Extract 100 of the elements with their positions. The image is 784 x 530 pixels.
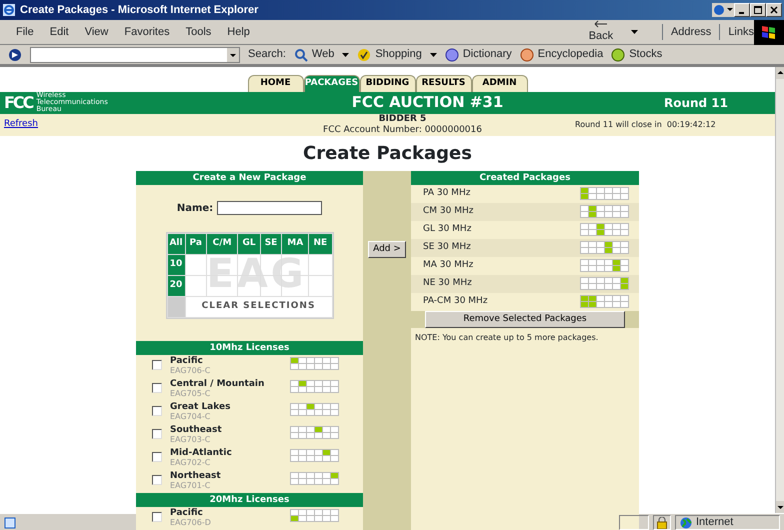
auction-title: FCC AUCTION #31	[350, 92, 504, 114]
dropdown-icon[interactable]	[342, 52, 350, 56]
region-map	[290, 448, 339, 462]
search-option[interactable]: Encyclopedia	[520, 46, 604, 63]
checkbox[interactable]	[152, 382, 162, 392]
section-header: Create a New Package	[136, 170, 363, 184]
bidder-name: BIDDER 5	[378, 114, 428, 124]
menu-item[interactable]: Help	[227, 24, 250, 40]
menu-item[interactable]: Favorites	[124, 24, 170, 40]
license-code: EAG704-C	[170, 412, 212, 422]
row-selector[interactable]: 20	[167, 275, 186, 296]
checkbox[interactable]	[152, 474, 162, 484]
column-selector[interactable]: C/M	[206, 233, 238, 254]
search-option[interactable]: Shopping	[357, 46, 422, 63]
address-toolbar-button[interactable]: Address	[662, 24, 712, 40]
name-input[interactable]	[217, 201, 322, 215]
dictionary-icon	[444, 48, 459, 62]
maximize-icon	[754, 6, 762, 14]
close-icon	[770, 6, 778, 14]
lock-icon	[656, 516, 668, 528]
dropdown-icon[interactable]	[430, 52, 437, 56]
region-map	[580, 223, 629, 236]
add-button[interactable]: Add >	[368, 240, 406, 258]
search-option[interactable]: Dictionary	[444, 46, 512, 63]
section-header: Created Packages	[411, 170, 639, 184]
region-map	[290, 356, 339, 370]
account-number: FCC Account Number: 0000000016	[322, 124, 483, 136]
note-text: NOTE: You can create up to 5 more packages.	[414, 332, 600, 344]
column-selector[interactable]: MA	[282, 233, 309, 254]
menu-item[interactable]: Tools	[186, 24, 212, 40]
column-selector[interactable]: GL	[238, 233, 260, 254]
region-map	[290, 426, 339, 438]
region-map	[580, 241, 629, 254]
close-button[interactable]	[766, 3, 782, 17]
license-name: Central / Mountain	[170, 378, 266, 388]
page-title: Create Packages	[302, 142, 473, 166]
nav-tab[interactable]: ADMIN	[472, 75, 528, 92]
package-row[interactable]: MA 30 MHz	[411, 256, 639, 274]
license-code: EAG701-C	[170, 480, 212, 490]
scroll-up-icon[interactable]	[776, 67, 784, 79]
menu-item[interactable]: View	[84, 24, 108, 40]
search-option[interactable]: Web	[294, 46, 334, 63]
license-code: EAG705-C	[170, 388, 212, 398]
status-panel	[619, 515, 649, 530]
search-option[interactable]: Stocks	[611, 46, 662, 63]
windows-logo-icon	[754, 20, 784, 44]
package-row[interactable]: PA-CM 30 MHz	[411, 292, 639, 310]
address-combo[interactable]	[30, 46, 240, 62]
region-map	[580, 205, 629, 218]
refresh-link[interactable]: Refresh	[0, 118, 230, 132]
package-row[interactable]: CM 30 MHz	[411, 202, 639, 220]
package-row[interactable]: SE 30 MHz	[411, 238, 639, 256]
nav-tab[interactable]: RESULTS	[416, 75, 472, 92]
license-code: EAG706-D	[170, 518, 212, 528]
checkbox[interactable]	[152, 406, 162, 416]
license-code: EAG702-C	[170, 458, 212, 468]
menu-item[interactable]: File	[16, 24, 34, 40]
menu-item[interactable]: Edit	[50, 24, 69, 40]
package-row[interactable]: NE 30 MHz	[411, 274, 639, 292]
scroll-down-icon[interactable]	[776, 501, 784, 513]
dropdown-icon[interactable]	[630, 30, 638, 34]
license-name: Southeast	[170, 424, 223, 434]
nav-tab[interactable]: HOME	[248, 75, 304, 92]
nav-tab[interactable]: BIDDING	[360, 75, 416, 92]
nav-tab[interactable]: PACKAGES	[304, 75, 360, 92]
region-map	[580, 277, 629, 290]
go-icon[interactable]	[8, 48, 22, 62]
page-icon	[4, 516, 16, 528]
region-map	[290, 380, 339, 392]
checkmark-icon	[357, 48, 372, 62]
back-button[interactable]: Back	[570, 20, 631, 44]
section-header: 10Mhz Licenses	[136, 340, 363, 354]
column-selector[interactable]: All	[167, 233, 186, 254]
ie-icon	[2, 3, 16, 17]
column-selector[interactable]: Pa	[185, 233, 206, 254]
package-row[interactable]: GL 30 MHz	[411, 220, 639, 238]
scrollbar[interactable]	[775, 67, 784, 513]
globe-icon	[680, 516, 692, 528]
encyclopedia-icon	[520, 48, 534, 62]
dropdown-icon	[227, 48, 239, 62]
stocks-icon	[611, 48, 626, 62]
window-title: Create Packages - Microsoft Internet Explorer	[20, 2, 260, 18]
column-selector[interactable]: SE	[260, 233, 282, 254]
ie-menu-icon[interactable]	[712, 3, 734, 17]
round-countdown: Round 11 will close in 00:19:42:12	[575, 118, 717, 130]
remove-packages-button[interactable]: Remove Selected Packages	[425, 310, 625, 328]
checkbox[interactable]	[152, 512, 162, 522]
checkbox[interactable]	[152, 452, 162, 462]
row-selector[interactable]: 10	[167, 254, 186, 275]
minimize-button[interactable]	[734, 3, 750, 17]
license-code: EAG703-C	[170, 434, 212, 444]
license-name: Mid-Atlantic	[170, 448, 233, 458]
security-zone: Internet	[696, 515, 734, 530]
maximize-button[interactable]	[750, 3, 766, 17]
package-row[interactable]: PA 30 MHz	[411, 184, 639, 202]
name-label: Name:	[176, 202, 214, 216]
checkbox[interactable]	[152, 360, 162, 370]
checkbox[interactable]	[152, 428, 162, 438]
region-map	[290, 508, 339, 522]
column-selector[interactable]: NE	[308, 233, 332, 254]
